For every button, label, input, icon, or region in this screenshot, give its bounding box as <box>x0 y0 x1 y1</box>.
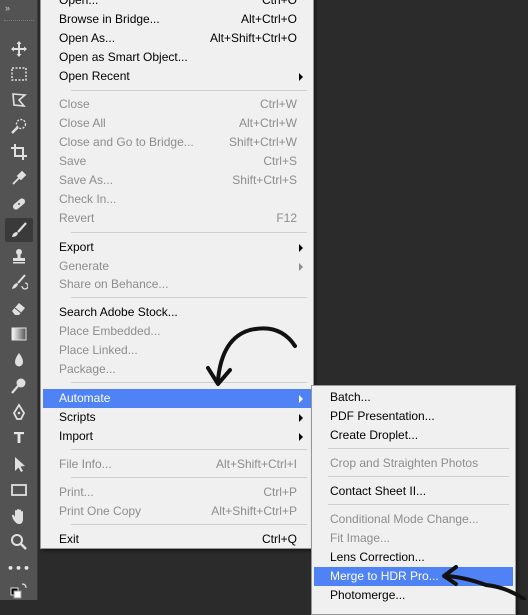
menu-item-photomerge[interactable]: Photomerge... <box>314 586 513 605</box>
menu-item-open[interactable]: Open... Ctrl+O <box>43 0 311 10</box>
crop-tool-icon[interactable] <box>5 140 33 164</box>
menu-item-conditional-mode-change[interactable]: Conditional Mode Change... <box>314 510 513 529</box>
menu-separator <box>71 524 307 525</box>
menu-item-fit-image[interactable]: Fit Image... <box>314 529 513 548</box>
menu-item-print-one-copy[interactable]: Print One Copy Alt+Shift+Ctrl+P <box>43 502 311 521</box>
submenu-arrow-icon <box>299 414 303 422</box>
menu-item-search-adobe-stock[interactable]: Search Adobe Stock... <box>43 303 311 322</box>
hand-tool-icon[interactable] <box>5 504 33 528</box>
menu-item-close[interactable]: Close Ctrl+W <box>43 95 311 114</box>
submenu-arrow-icon <box>299 433 303 441</box>
menu-item-save-as[interactable]: Save As... Shift+Ctrl+S <box>43 171 311 190</box>
type-tool-icon[interactable]: T <box>5 426 33 450</box>
submenu-arrow-icon <box>299 244 303 252</box>
history-brush-tool-icon[interactable] <box>5 270 33 294</box>
path-selection-tool-icon[interactable] <box>5 452 33 476</box>
menu-item-open-as[interactable]: Open As... Alt+Shift+Ctrl+O <box>43 29 311 48</box>
menu-item-generate[interactable]: Generate <box>43 257 311 276</box>
more-tools-icon[interactable]: ••• <box>5 556 33 580</box>
menu-item-open-as-smart-object[interactable]: Open as Smart Object... <box>43 48 311 67</box>
menu-separator <box>71 449 307 450</box>
menu-separator <box>71 232 307 233</box>
menu-item-place-linked[interactable]: Place Linked... <box>43 341 311 360</box>
submenu-arrow-icon <box>299 263 303 271</box>
gradient-tool-icon[interactable] <box>5 322 33 346</box>
menu-item-close-and-go-to-bridge[interactable]: Close and Go to Bridge... Shift+Ctrl+W <box>43 133 311 152</box>
menu-item-automate[interactable]: Automate <box>43 389 311 408</box>
healing-brush-tool-icon[interactable] <box>5 192 33 216</box>
dodge-tool-icon[interactable] <box>5 374 33 398</box>
clone-stamp-tool-icon[interactable] <box>5 244 33 268</box>
eraser-tool-icon[interactable] <box>5 296 33 320</box>
menu-item-import[interactable]: Import <box>43 427 311 446</box>
submenu-arrow-icon <box>299 73 303 81</box>
menu-item-lens-correction[interactable]: Lens Correction... <box>314 548 513 567</box>
menu-item-merge-to-hdr-pro[interactable]: Merge to HDR Pro... <box>314 567 513 586</box>
menu-separator <box>71 382 307 383</box>
file-menu: Open... Ctrl+O Browse in Bridge... Alt+C… <box>40 0 314 549</box>
menu-item-place-embedded[interactable]: Place Embedded... <box>43 322 311 341</box>
menu-item-revert[interactable]: Revert F12 <box>43 209 311 228</box>
menu-item-share-on-behance[interactable]: Share on Behance... <box>43 275 311 294</box>
blur-tool-icon[interactable] <box>5 348 33 372</box>
menu-item-exit[interactable]: Exit Ctrl+Q <box>43 530 311 549</box>
move-tool-icon[interactable] <box>5 37 33 61</box>
tools-panel: ›› T ••• <box>0 0 38 600</box>
rectangle-tool-icon[interactable] <box>5 478 33 502</box>
menu-item-crop-and-straighten-photos[interactable]: Crop and Straighten Photos <box>314 454 513 473</box>
brush-tool-icon[interactable] <box>5 218 33 242</box>
menu-separator <box>328 448 509 449</box>
submenu-arrow-icon <box>299 395 303 403</box>
menu-item-close-all[interactable]: Close All Alt+Ctrl+W <box>43 114 311 133</box>
color-swatches-icon[interactable] <box>5 578 33 602</box>
lasso-tool-icon[interactable] <box>5 88 33 112</box>
menu-item-check-in[interactable]: Check In... <box>43 190 311 209</box>
menu-item-file-info[interactable]: File Info... Alt+Shift+Ctrl+I <box>43 455 311 474</box>
marquee-tool-icon[interactable] <box>5 62 33 86</box>
automate-submenu: Batch... PDF Presentation... Create Drop… <box>311 385 516 615</box>
menu-item-pdf-presentation[interactable]: PDF Presentation... <box>314 407 513 426</box>
menu-item-browse-in-bridge[interactable]: Browse in Bridge... Alt+Ctrl+O <box>43 10 311 29</box>
menu-item-export[interactable]: Export <box>43 238 311 257</box>
zoom-tool-icon[interactable] <box>5 530 33 554</box>
pen-tool-icon[interactable] <box>5 400 33 424</box>
menu-item-save[interactable]: Save Ctrl+S <box>43 152 311 171</box>
menu-item-scripts[interactable]: Scripts <box>43 408 311 427</box>
panel-grip[interactable] <box>4 20 34 23</box>
menu-item-package[interactable]: Package... <box>43 360 311 379</box>
menu-item-batch[interactable]: Batch... <box>314 388 513 407</box>
menu-separator <box>71 477 307 478</box>
menu-item-contact-sheet-ii[interactable]: Contact Sheet II... <box>314 482 513 501</box>
menu-item-open-recent[interactable]: Open Recent <box>43 67 311 86</box>
menu-item-print[interactable]: Print... Ctrl+P <box>43 483 311 502</box>
menu-separator <box>71 90 307 91</box>
menu-item-create-droplet[interactable]: Create Droplet... <box>314 426 513 445</box>
menu-separator <box>71 297 307 298</box>
menu-separator <box>328 504 509 505</box>
menu-separator <box>328 476 509 477</box>
collapse-panel-icon[interactable]: ›› <box>5 3 10 13</box>
quick-selection-tool-icon[interactable] <box>5 114 33 138</box>
eyedropper-tool-icon[interactable] <box>5 166 33 190</box>
